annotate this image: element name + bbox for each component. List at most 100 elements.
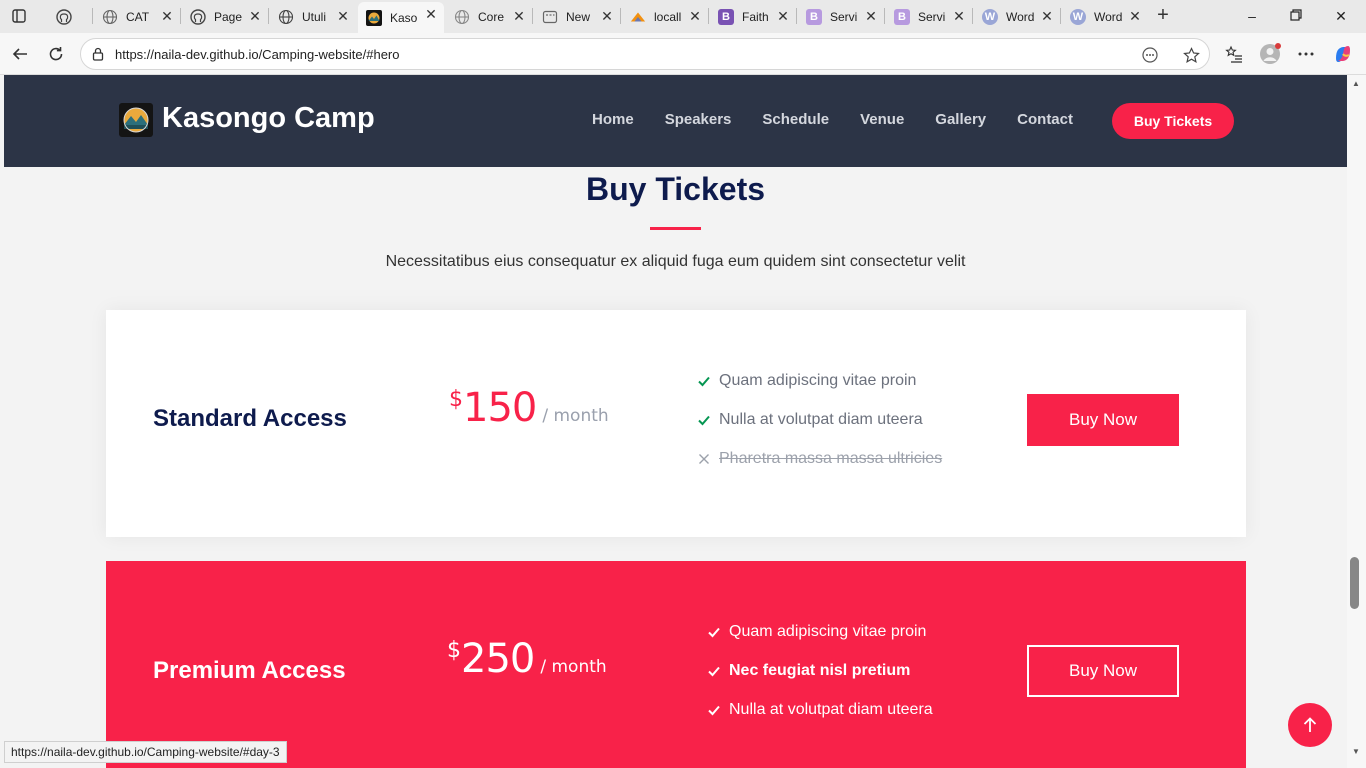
newtab-icon	[542, 9, 558, 25]
address-bar[interactable]: https://naila-dev.github.io/Camping-webs…	[80, 38, 1210, 70]
browser-tab[interactable]: New ✕	[534, 4, 620, 29]
browser-tab[interactable]: Page ✕	[182, 4, 268, 29]
plan-name: Premium Access	[153, 657, 346, 684]
browser-tab[interactable]: B Servi ✕	[886, 4, 972, 29]
buy-tickets-button[interactable]: Buy Tickets	[1112, 103, 1234, 139]
close-tab-icon[interactable]: ✕	[1040, 9, 1054, 23]
nav-venue[interactable]: Venue	[860, 111, 904, 128]
nav-schedule[interactable]: Schedule	[762, 111, 829, 128]
check-icon	[707, 625, 721, 639]
browser-tab-strip: CAT ✕ Page ✕ Utuli ✕ Kaso ✕ Core ✕ New ✕ locall ✕ B Fai…	[0, 0, 1366, 33]
close-tab-icon[interactable]: ✕	[160, 9, 174, 23]
wordpress-icon: W	[1070, 8, 1086, 25]
globe-icon	[454, 9, 470, 25]
camp-logo-icon[interactable]	[119, 103, 153, 137]
more-options-circle-icon[interactable]	[1141, 46, 1159, 64]
browser-tab[interactable]: locall ✕	[622, 4, 708, 29]
minimize-icon[interactable]: –	[1244, 8, 1260, 24]
close-tab-icon[interactable]: ✕	[1128, 9, 1142, 23]
scrollbar-thumb[interactable]	[1350, 557, 1359, 609]
site-brand[interactable]: Kasongo Camp	[162, 102, 375, 135]
tab-separator	[1060, 8, 1061, 24]
restore-icon[interactable]	[1288, 8, 1304, 24]
close-window-icon[interactable]: ✕	[1333, 8, 1349, 24]
back-to-top-button[interactable]	[1288, 703, 1332, 747]
back-arrow-icon[interactable]	[9, 43, 31, 65]
browser-tab[interactable]: W Word ✕	[974, 4, 1060, 29]
settings-more-icon[interactable]	[1295, 43, 1317, 65]
close-tab-icon[interactable]: ✕	[776, 9, 790, 23]
price-currency: $	[447, 638, 461, 663]
check-icon	[707, 664, 721, 678]
main-nav: Home Speakers Schedule Venue Gallery Con…	[592, 111, 1104, 128]
page-scrollbar[interactable]: ▲ ▼	[1347, 75, 1366, 768]
copilot-icon[interactable]	[1332, 43, 1354, 65]
site-header: Kasongo Camp Home Speakers Schedule Venu…	[4, 75, 1347, 167]
favorites-list-icon[interactable]	[1223, 43, 1245, 65]
plan-price: $250/ month	[447, 636, 607, 682]
tab-separator	[884, 8, 885, 24]
title-underline	[650, 227, 701, 230]
browser-tab[interactable]: Kaso ✕	[358, 2, 444, 33]
feature-list: Quam adipiscing vitae proin Nulla at vol…	[697, 361, 942, 478]
scroll-up-icon[interactable]: ▲	[1351, 79, 1361, 88]
globe-icon	[278, 9, 294, 25]
browser-tab[interactable]: Utuli ✕	[270, 4, 356, 29]
close-tab-icon[interactable]: ✕	[600, 9, 614, 23]
standard-access-card: Standard Access $150/ month Quam adipisc…	[106, 310, 1246, 537]
check-icon	[697, 413, 711, 427]
new-tab-button[interactable]: +	[1152, 5, 1174, 26]
price-amount: 150	[463, 385, 537, 431]
bootstrap-icon: B	[806, 8, 822, 25]
check-icon	[707, 703, 721, 717]
close-tab-icon[interactable]: ✕	[952, 9, 966, 23]
browser-tab[interactable]: B Faith ✕	[710, 4, 796, 29]
browser-tab[interactable]: W Word ✕	[1062, 4, 1148, 29]
scroll-down-icon[interactable]: ▼	[1351, 747, 1361, 756]
plan-name: Standard Access	[153, 405, 347, 432]
nav-home[interactable]: Home	[592, 111, 634, 128]
premium-access-card: Premium Access $250/ month Quam adipisci…	[106, 561, 1246, 768]
price-currency: $	[449, 387, 463, 412]
feature-item: Quam adipiscing vitae proin	[697, 361, 942, 400]
github-icon	[56, 8, 72, 25]
nav-gallery[interactable]: Gallery	[935, 111, 986, 128]
nav-contact[interactable]: Contact	[1017, 111, 1073, 128]
close-tab-icon[interactable]: ✕	[864, 9, 878, 23]
buy-now-button[interactable]: Buy Now	[1027, 394, 1179, 446]
phpmyadmin-icon	[630, 9, 646, 25]
site-info-icon[interactable]	[91, 47, 105, 61]
nav-speakers[interactable]: Speakers	[665, 111, 732, 128]
close-tab-icon[interactable]: ✕	[512, 9, 526, 23]
feature-item: Nulla at volutpat diam uteera	[697, 400, 942, 439]
page-viewport: Kasongo Camp Home Speakers Schedule Venu…	[4, 75, 1347, 768]
close-tab-icon[interactable]: ✕	[248, 9, 262, 23]
profile-avatar-icon[interactable]	[1259, 43, 1281, 65]
tab-actions-icon[interactable]	[8, 6, 30, 26]
browser-tab[interactable]: B Servi ✕	[798, 4, 884, 29]
buy-now-button[interactable]: Buy Now	[1027, 645, 1179, 697]
tab-separator	[620, 8, 621, 24]
feature-item: Nec feugiat nisl pretium	[707, 651, 933, 690]
feature-text: Nulla at volutpat diam uteera	[729, 700, 933, 718]
section-title: Buy Tickets	[585, 171, 766, 207]
close-tab-icon[interactable]: ✕	[424, 7, 438, 21]
tab-separator	[268, 8, 269, 24]
close-tab-icon[interactable]: ✕	[688, 9, 702, 23]
close-tab-icon[interactable]: ✕	[336, 9, 350, 23]
browser-tab[interactable]	[48, 4, 90, 29]
bootstrap-icon: B	[718, 8, 734, 25]
section-subtitle: Necessitatibus eius consequatur ex aliqu…	[385, 253, 966, 270]
browser-tab[interactable]: Core ✕	[446, 4, 532, 29]
plan-price: $150/ month	[449, 385, 609, 431]
browser-tab[interactable]: CAT ✕	[94, 4, 180, 29]
favorite-star-icon[interactable]	[1182, 46, 1200, 64]
tab-separator	[972, 8, 973, 24]
feature-text: Pharetra massa massa ultricies	[719, 449, 943, 467]
reload-icon[interactable]	[45, 43, 67, 65]
url-text[interactable]: https://naila-dev.github.io/Camping-webs…	[115, 47, 399, 62]
feature-item-excluded: Pharetra massa massa ultricies	[697, 439, 942, 478]
feature-text: Quam adipiscing vitae proin	[729, 622, 927, 640]
tab-separator	[532, 8, 533, 24]
feature-text: Nec feugiat nisl pretium	[729, 661, 911, 679]
